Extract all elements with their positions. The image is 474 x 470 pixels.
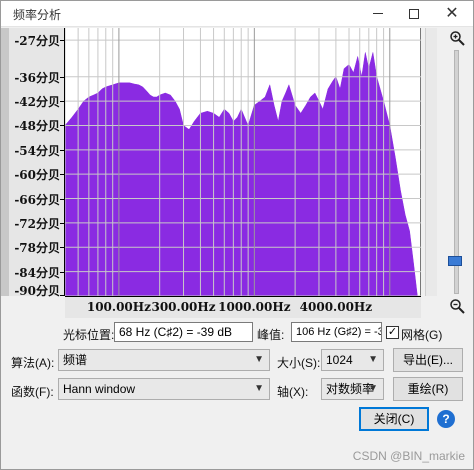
size-label: 大小(S): bbox=[277, 356, 321, 370]
window-left-edge bbox=[1, 28, 9, 296]
y-tick-label: -36分贝 bbox=[14, 70, 60, 85]
peak-field[interactable]: 106 Hz (G♯2) = -37.0 dB bbox=[291, 322, 382, 342]
grid-checkbox-label: 网格(G) bbox=[401, 328, 443, 342]
zoom-column bbox=[441, 28, 473, 318]
x-tick-label: 1000.00Hz bbox=[218, 300, 291, 314]
y-tick-mark bbox=[60, 76, 64, 78]
algorithm-label: 算法(A): bbox=[11, 356, 55, 370]
x-tick-label: 4000.00Hz bbox=[299, 300, 373, 314]
minimize-button[interactable] bbox=[361, 1, 395, 27]
maximize-icon bbox=[409, 9, 419, 19]
close-button[interactable]: 关闭(C) bbox=[359, 407, 429, 431]
frequency-analysis-window: 频率分析 ✕ -27分贝 -36分贝 -42分贝 -48分贝 -54分贝 -60分贝 -66… bbox=[0, 0, 474, 470]
grid-checkbox[interactable]: ✓ bbox=[386, 326, 399, 339]
y-tick-label: -78分贝 bbox=[14, 241, 60, 256]
zoom-in-icon[interactable] bbox=[449, 30, 465, 46]
y-tick-mark bbox=[60, 174, 64, 176]
y-axis: -27分贝 -36分贝 -42分贝 -48分贝 -54分贝 -60分贝 -66分贝 -72分贝… bbox=[9, 28, 65, 298]
help-icon[interactable]: ? bbox=[437, 410, 455, 428]
cursor-position-label: 光标位置: bbox=[63, 328, 115, 342]
replot-button[interactable]: 重绘(R) bbox=[393, 377, 463, 401]
title-bar: 频率分析 ✕ bbox=[1, 1, 473, 27]
zoom-slider-thumb[interactable] bbox=[448, 255, 462, 266]
spectrum-plot[interactable] bbox=[64, 28, 421, 297]
watermark: CSDN @BIN_markie bbox=[352, 449, 465, 463]
cursor-position-field[interactable]: 68 Hz (C♯2) = -39 dB bbox=[114, 322, 253, 342]
minimize-icon bbox=[373, 13, 383, 14]
y-tick-mark bbox=[60, 101, 64, 103]
chevron-down-icon: ▼ bbox=[368, 383, 378, 394]
peak-label: 峰值: bbox=[257, 328, 285, 342]
x-tick-label: 300.00Hz bbox=[151, 300, 216, 314]
chevron-down-icon: ▼ bbox=[368, 354, 378, 365]
maximize-button[interactable] bbox=[397, 1, 431, 27]
axis-select-value: 对数频率 bbox=[326, 382, 375, 396]
y-tick-label: -72分贝 bbox=[14, 216, 60, 231]
y-tick-mark bbox=[60, 198, 64, 200]
spectrum-svg bbox=[64, 28, 421, 297]
export-button[interactable]: 导出(E)... bbox=[393, 348, 463, 372]
algorithm-select[interactable]: 频谱 ▼ bbox=[58, 349, 270, 371]
y-tick-mark bbox=[60, 295, 64, 296]
chevron-down-icon: ▼ bbox=[254, 383, 264, 394]
y-tick-mark bbox=[60, 222, 64, 224]
y-tick-label: -84分贝 bbox=[14, 265, 60, 280]
axis-label: 轴(X): bbox=[277, 385, 309, 399]
y-tick-label: -60分贝 bbox=[14, 168, 60, 183]
window-title: 频率分析 bbox=[13, 8, 62, 22]
y-tick-label: -48分贝 bbox=[14, 119, 60, 134]
algorithm-select-value: 频谱 bbox=[63, 353, 88, 367]
close-window-button[interactable]: ✕ bbox=[435, 1, 469, 27]
x-axis: 100.00Hz 300.00Hz 1000.00Hz 4000.00Hz bbox=[65, 296, 421, 318]
y-tick-mark bbox=[60, 271, 64, 273]
x-tick-label: 100.00Hz bbox=[86, 300, 151, 314]
chevron-down-icon: ▼ bbox=[254, 354, 264, 365]
axis-select[interactable]: 对数频率 ▼ bbox=[321, 378, 384, 400]
function-select-value: Hann window bbox=[63, 382, 136, 396]
y-tick-label: -42分贝 bbox=[14, 95, 60, 110]
y-tick-mark bbox=[60, 40, 64, 42]
y-tick-label: -54分贝 bbox=[14, 143, 60, 158]
y-tick-label: -90分贝 bbox=[14, 284, 60, 298]
y-tick-mark bbox=[60, 247, 64, 249]
y-tick-label: -66分贝 bbox=[14, 192, 60, 207]
size-select-value: 1024 bbox=[326, 353, 353, 367]
size-select[interactable]: 1024 ▼ bbox=[321, 349, 384, 371]
y-tick-mark bbox=[60, 125, 64, 127]
plot-vertical-scrollbar[interactable] bbox=[425, 28, 437, 296]
function-label: 函数(F): bbox=[11, 385, 54, 399]
function-select[interactable]: Hann window ▼ bbox=[58, 378, 270, 400]
y-tick-mark bbox=[60, 149, 64, 151]
zoom-out-icon[interactable] bbox=[449, 298, 465, 314]
y-tick-label: -27分贝 bbox=[14, 34, 60, 49]
